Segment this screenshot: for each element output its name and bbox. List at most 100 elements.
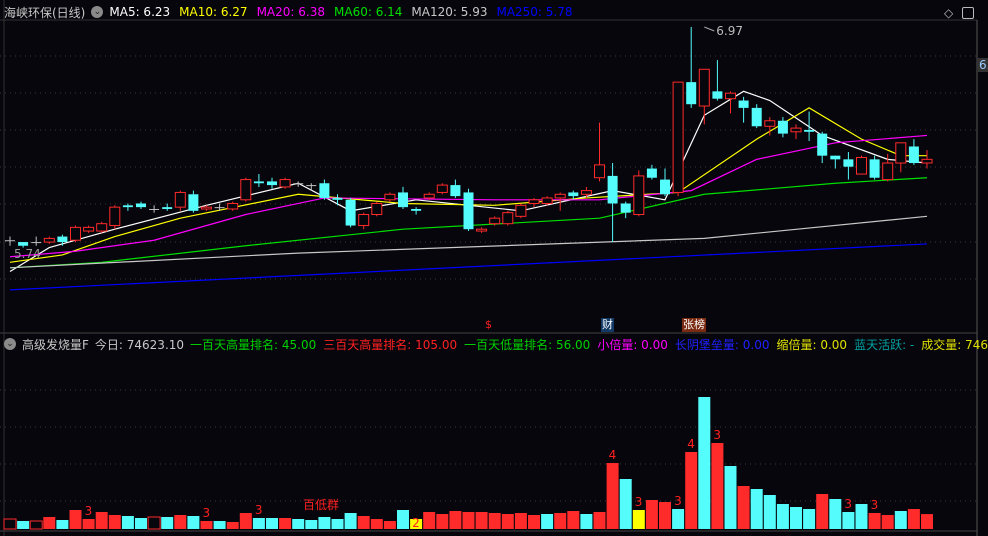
volume-bar xyxy=(528,515,540,529)
candle-body xyxy=(633,175,645,216)
volume-signal-label: 2 xyxy=(412,516,420,530)
volume-bar xyxy=(56,520,69,529)
volume-bar xyxy=(554,513,567,529)
candle-body xyxy=(725,92,736,100)
candle-body xyxy=(672,81,684,193)
candle-body xyxy=(686,82,697,105)
candle-body xyxy=(843,159,854,167)
volume-bar xyxy=(17,521,30,529)
volume-bar xyxy=(187,516,200,529)
volume-bar xyxy=(501,514,514,529)
candle-body xyxy=(790,127,802,133)
ma-value: MA60: 6.14 xyxy=(334,5,403,19)
volume-bar xyxy=(344,513,357,529)
candle-body xyxy=(371,202,383,215)
volume-signal-label: 3 xyxy=(635,495,643,509)
candle-body xyxy=(122,205,133,208)
candle-body xyxy=(554,193,566,199)
marker-ranking[interactable]: 张榜 xyxy=(682,318,706,332)
candle-body xyxy=(319,183,330,198)
ma-value: MA250: 5.78 xyxy=(496,5,573,19)
stock-title: 海峡环保(日线) xyxy=(4,5,86,20)
candle-body xyxy=(96,223,108,232)
candle-body xyxy=(227,202,239,210)
volume-bar xyxy=(659,502,671,529)
volume-bar xyxy=(907,509,920,529)
candle-body xyxy=(895,142,907,164)
volume-bar xyxy=(606,463,619,529)
candle-body xyxy=(882,162,894,181)
indicator-header: ⌄ 高级发烧量F 今日: 74623.10 一百天高量排名: 45.00 三百天高… xyxy=(4,334,988,354)
volume-bar xyxy=(921,514,933,529)
candle-body xyxy=(515,204,527,217)
volume-bar xyxy=(318,517,331,529)
candle-body xyxy=(476,228,488,232)
volume-bar xyxy=(135,518,147,529)
volume-bar xyxy=(29,520,43,530)
volume-bar xyxy=(69,510,82,529)
volume-bar xyxy=(514,513,527,529)
volume-bar xyxy=(632,510,645,529)
volume-bar xyxy=(213,521,226,529)
ma-value: MA120: 5.93 xyxy=(411,5,488,19)
marker-finance[interactable]: 财 xyxy=(601,318,614,332)
volume-bar xyxy=(174,515,187,529)
volume-bar xyxy=(829,499,842,529)
candle-body xyxy=(450,185,461,197)
indicator-value: 长阴堡垒量: 0.00 xyxy=(674,337,770,352)
candle-body xyxy=(751,107,762,127)
volume-bar xyxy=(436,514,449,529)
candle-body xyxy=(738,100,749,108)
volume-bar xyxy=(108,515,121,529)
volume-signal-label: 3 xyxy=(203,506,211,520)
candle-body xyxy=(777,120,788,134)
candle-body xyxy=(908,146,919,164)
volume-bar xyxy=(685,452,698,529)
candle-body xyxy=(502,212,514,225)
volume-bar xyxy=(121,516,134,529)
indicator-name: 高级发烧量F xyxy=(22,337,89,352)
candle-body xyxy=(332,197,343,200)
high-pointer xyxy=(704,26,715,32)
candle-body xyxy=(201,206,212,210)
diamond-icon[interactable]: ◇ xyxy=(944,6,953,20)
candle-body xyxy=(267,181,277,186)
candle-body xyxy=(70,226,81,241)
volume-bar xyxy=(645,500,658,529)
volume-bar xyxy=(82,519,95,529)
volume-bar xyxy=(305,520,318,529)
candle-body xyxy=(240,179,252,201)
ma-line-ma5 xyxy=(9,90,928,272)
chevron-down-icon[interactable]: ⌄ xyxy=(91,6,104,18)
marker-dollar[interactable]: $ xyxy=(484,318,493,332)
candle-body xyxy=(5,240,15,242)
volume-bar xyxy=(593,512,606,529)
volume-bar xyxy=(226,522,239,529)
indicator-value: 成交量: 74623.10 xyxy=(921,337,988,352)
indicator-value: 小倍量: 0.00 xyxy=(597,337,668,352)
ma-line-ma250 xyxy=(9,243,928,291)
volume-bar xyxy=(423,512,436,529)
chevron-down-icon[interactable]: ⌄ xyxy=(4,338,16,350)
volume-bar xyxy=(855,504,868,529)
candle-body xyxy=(162,207,173,209)
candle-body xyxy=(489,217,501,225)
panel-toggle-icon[interactable] xyxy=(962,7,974,19)
volume-bar xyxy=(776,504,789,529)
volume-bar xyxy=(252,518,265,529)
candle-body xyxy=(18,242,29,246)
indicator-value: 缩倍量: 0.00 xyxy=(776,337,848,352)
volume-bar xyxy=(868,513,881,529)
indicator-legend: 一百天高量排名: 45.00 三百天高量排名: 105.00 一百天低量排名: 56… xyxy=(190,336,988,353)
candle-body xyxy=(856,157,867,175)
high-price-label: 6.97 xyxy=(716,24,743,38)
volume-bar xyxy=(292,519,305,529)
volume-bar xyxy=(397,510,409,529)
candle-body xyxy=(764,120,776,127)
low-price-label: 5.74 xyxy=(14,247,41,261)
volume-bar xyxy=(816,494,829,529)
candle-body xyxy=(646,168,657,178)
candle-body xyxy=(83,226,95,232)
kline-chart[interactable]: 6.97 5.74 3 3 3 2 4 3 3 4 3 3 3 xyxy=(0,0,988,536)
candle-body xyxy=(109,206,121,227)
